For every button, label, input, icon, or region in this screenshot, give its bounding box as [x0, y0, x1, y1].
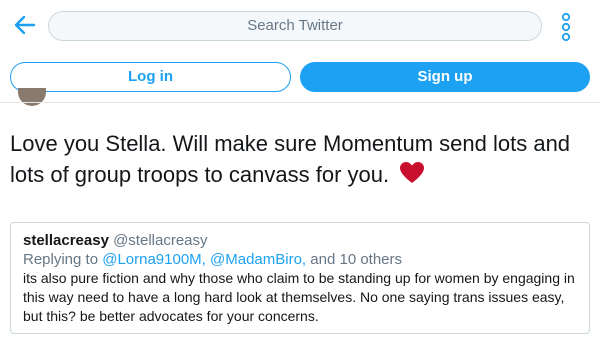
replying-suffix: and 10 others	[310, 251, 403, 268]
back-arrow-icon[interactable]	[12, 12, 38, 38]
quoted-tweet-text: its also pure fiction and why those who …	[23, 270, 575, 324]
more-options-icon[interactable]	[559, 12, 573, 42]
divider	[0, 102, 600, 103]
avatar[interactable]	[18, 88, 46, 106]
quoted-tweet-header: stellacreasy @stellacreasy	[23, 231, 577, 250]
quoted-display-name: stellacreasy	[23, 232, 109, 249]
auth-buttons: Log in Sign up	[0, 62, 600, 92]
replying-to: Replying to @Lorna9100M, @MadamBiro, and…	[23, 250, 577, 269]
search-input[interactable]: Search Twitter	[48, 11, 542, 41]
top-bar: Search Twitter	[0, 0, 600, 50]
replying-links[interactable]: @Lorna9100M, @MadamBiro,	[102, 251, 306, 268]
replying-prefix: Replying to	[23, 251, 99, 268]
login-button[interactable]: Log in	[10, 62, 291, 92]
quoted-tweet[interactable]: stellacreasy @stellacreasy Replying to @…	[10, 222, 590, 334]
signup-button[interactable]: Sign up	[300, 62, 590, 92]
tweet-text: Love you Stella. Will make sure Momentum…	[10, 128, 590, 190]
quoted-handle: @stellacreasy	[113, 232, 208, 249]
tweet-body: Love you Stella. Will make sure Momentum…	[10, 131, 571, 187]
heart-icon	[399, 161, 425, 185]
